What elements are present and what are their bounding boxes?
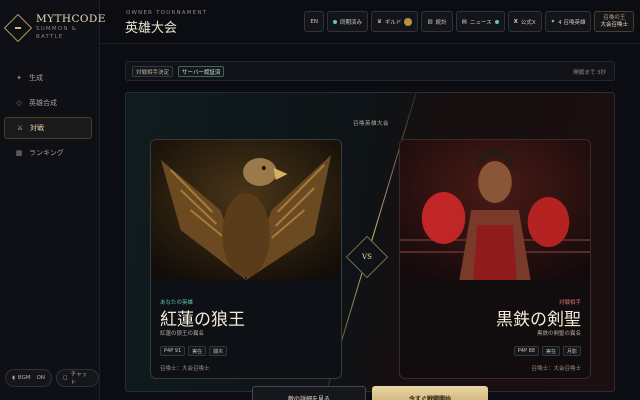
opponent-hero-summoner: 召喚士：大会召喚士 [531, 366, 581, 372]
player-hero-name: 紅蓮の狼王 [160, 310, 245, 330]
sparkle-icon: ✦ [550, 18, 556, 25]
sync-status-button[interactable]: 同期済み [326, 11, 368, 32]
start-battle-button[interactable]: 今すぐ戦闘開始 [372, 386, 488, 400]
opponent-hero-alias: 黒鉄の剣聖の異名 [536, 331, 581, 337]
crown-icon: ♛ [376, 18, 382, 25]
chat-label: チャット [70, 372, 88, 386]
sidebar-footer: ◖ BGM ON ◻ チャット [5, 369, 99, 387]
sparkle-icon: ✦ [16, 74, 22, 82]
x-logo-icon: X [513, 18, 518, 25]
player-hero-alias: 紅蓮の狼王の異名 [160, 331, 205, 337]
sidebar-item-hero-fusion[interactable]: ◇ 英雄合成 [4, 92, 92, 114]
opponent-hero-card[interactable]: 対戦相手 黒鉄の剣聖 黒鉄の剣聖の異名 P4P 88 実在 月影 召喚士：大会召… [399, 139, 591, 379]
element-chip: 闘炎 [209, 346, 228, 356]
player-hero-card[interactable]: あなたの英雄 紅蓮の狼王 紅蓮の狼王の異名 P4P 91 実在 闘炎 召喚士：大… [150, 139, 342, 379]
sidebar-item-label: 英雄合成 [29, 99, 57, 107]
header: OWNER TOURNAMENT 英雄大会 EN 同期済み ♛ ギルド ▥ 統計 ▤… [100, 0, 640, 44]
server-verified-badge: サーバー認証済 [178, 66, 225, 77]
language-button[interactable]: EN [304, 11, 324, 32]
official-x-button[interactable]: X 公式X [507, 11, 542, 32]
vs-label: VS [362, 252, 372, 261]
guild-button[interactable]: ♛ ギルド [370, 11, 419, 32]
host-profile-button[interactable]: 召喚の王 大会召喚士 [594, 11, 634, 32]
bgm-label: BGM [17, 375, 31, 381]
golden-eagle-portrait [151, 140, 341, 280]
sync-label: 同期済み [339, 19, 362, 26]
news-button[interactable]: ▤ ニュース [455, 11, 505, 32]
stats-label: 統計 [435, 19, 447, 26]
p4p-chip: P4P 88 [513, 346, 539, 356]
brand[interactable]: MYTHCODE SUMMON & BATTLE [3, 12, 106, 43]
p4p-chip: P4P 91 [160, 346, 186, 356]
newspaper-icon: ▤ [461, 18, 467, 25]
sidebar-item-battle[interactable]: ⚔ 対戦 [4, 117, 92, 139]
news-label: ニュース [469, 19, 492, 26]
bgm-toggle[interactable]: ◖ BGM ON [5, 369, 53, 387]
brand-name: MYTHCODE [36, 13, 106, 25]
summon-hero-label: 4 召喚英雄 [558, 19, 586, 26]
sidebar-item-label: 対戦 [30, 124, 44, 132]
header-eyebrow: OWNER TOURNAMENT [126, 10, 208, 16]
arena-label: 召喚英雄大会 [352, 121, 389, 127]
view-enemy-details-button[interactable]: 敵の詳細を見る [252, 386, 366, 400]
host-title: 召喚の王 [603, 14, 626, 21]
bar-chart-icon: ▥ [427, 18, 433, 25]
sidebar-item-label: 生成 [29, 74, 43, 82]
boxer-portrait [400, 140, 590, 280]
sidebar-nav: ✦ 生成 ◇ 英雄合成 ⚔ 対戦 ▦ ランキング [4, 67, 92, 167]
diamond-icon: ◇ [16, 99, 22, 107]
page-title: 英雄大会 [125, 21, 178, 36]
brand-tagline: SUMMON & BATTLE [36, 26, 78, 40]
sidebar: MYTHCODE SUMMON & BATTLE ✦ 生成 ◇ 英雄合成 ⚔ 対… [0, 0, 105, 400]
summon-hero-button[interactable]: ✦ 4 召喚英雄 [544, 11, 592, 32]
sync-dot-icon [332, 19, 337, 24]
chat-bubble-icon: ◻ [63, 375, 68, 381]
battle-countdown: 開戦まで 3秒 [573, 70, 606, 76]
opponent-hero-name: 黒鉄の剣聖 [496, 310, 581, 330]
element-chip: 月影 [562, 346, 581, 356]
host-name: 大会召喚士 [600, 21, 628, 28]
opponent-decided-badge: 対戦相手決定 [132, 66, 174, 77]
bgm-state: ON [36, 375, 46, 381]
news-dot-icon [494, 19, 499, 24]
type-chip: 実在 [188, 346, 207, 356]
battle-arena: 召喚英雄大会 あなたの英雄 紅蓮の狼王 紅蓮の狼王の異名 P4P 91 実在 闘… [125, 92, 615, 392]
type-chip: 実在 [541, 346, 560, 356]
speaker-icon: ◖ [12, 375, 15, 381]
sidebar-item-generate[interactable]: ✦ 生成 [4, 67, 92, 89]
sidebar-item-ranking[interactable]: ▦ ランキング [4, 142, 92, 164]
coin-icon [404, 17, 413, 26]
opponent-hero-stats: P4P 88 実在 月影 [513, 346, 581, 356]
chat-button[interactable]: ◻ チャット [56, 369, 99, 387]
podium-icon: ▦ [15, 149, 23, 157]
stats-button[interactable]: ▥ 統計 [421, 11, 453, 32]
header-actions: EN 同期済み ♛ ギルド ▥ 統計 ▤ ニュース X 公式X ✦ 4 召喚英雄 召喚の王… [304, 11, 634, 32]
player-hero-stats: P4P 91 実在 闘炎 [160, 346, 228, 356]
sidebar-item-label: ランキング [29, 149, 64, 157]
player-hero-summoner: 召喚士：大会召喚士 [160, 366, 210, 372]
crossed-swords-icon: ⚔ [16, 124, 24, 132]
logo-icon [3, 13, 33, 43]
guild-label: ギルド [384, 19, 402, 26]
match-status-bar: 対戦相手決定 サーバー認証済 開戦まで 3秒 [125, 61, 615, 81]
official-x-label: 公式X [520, 19, 536, 26]
language-label: EN [310, 18, 318, 25]
